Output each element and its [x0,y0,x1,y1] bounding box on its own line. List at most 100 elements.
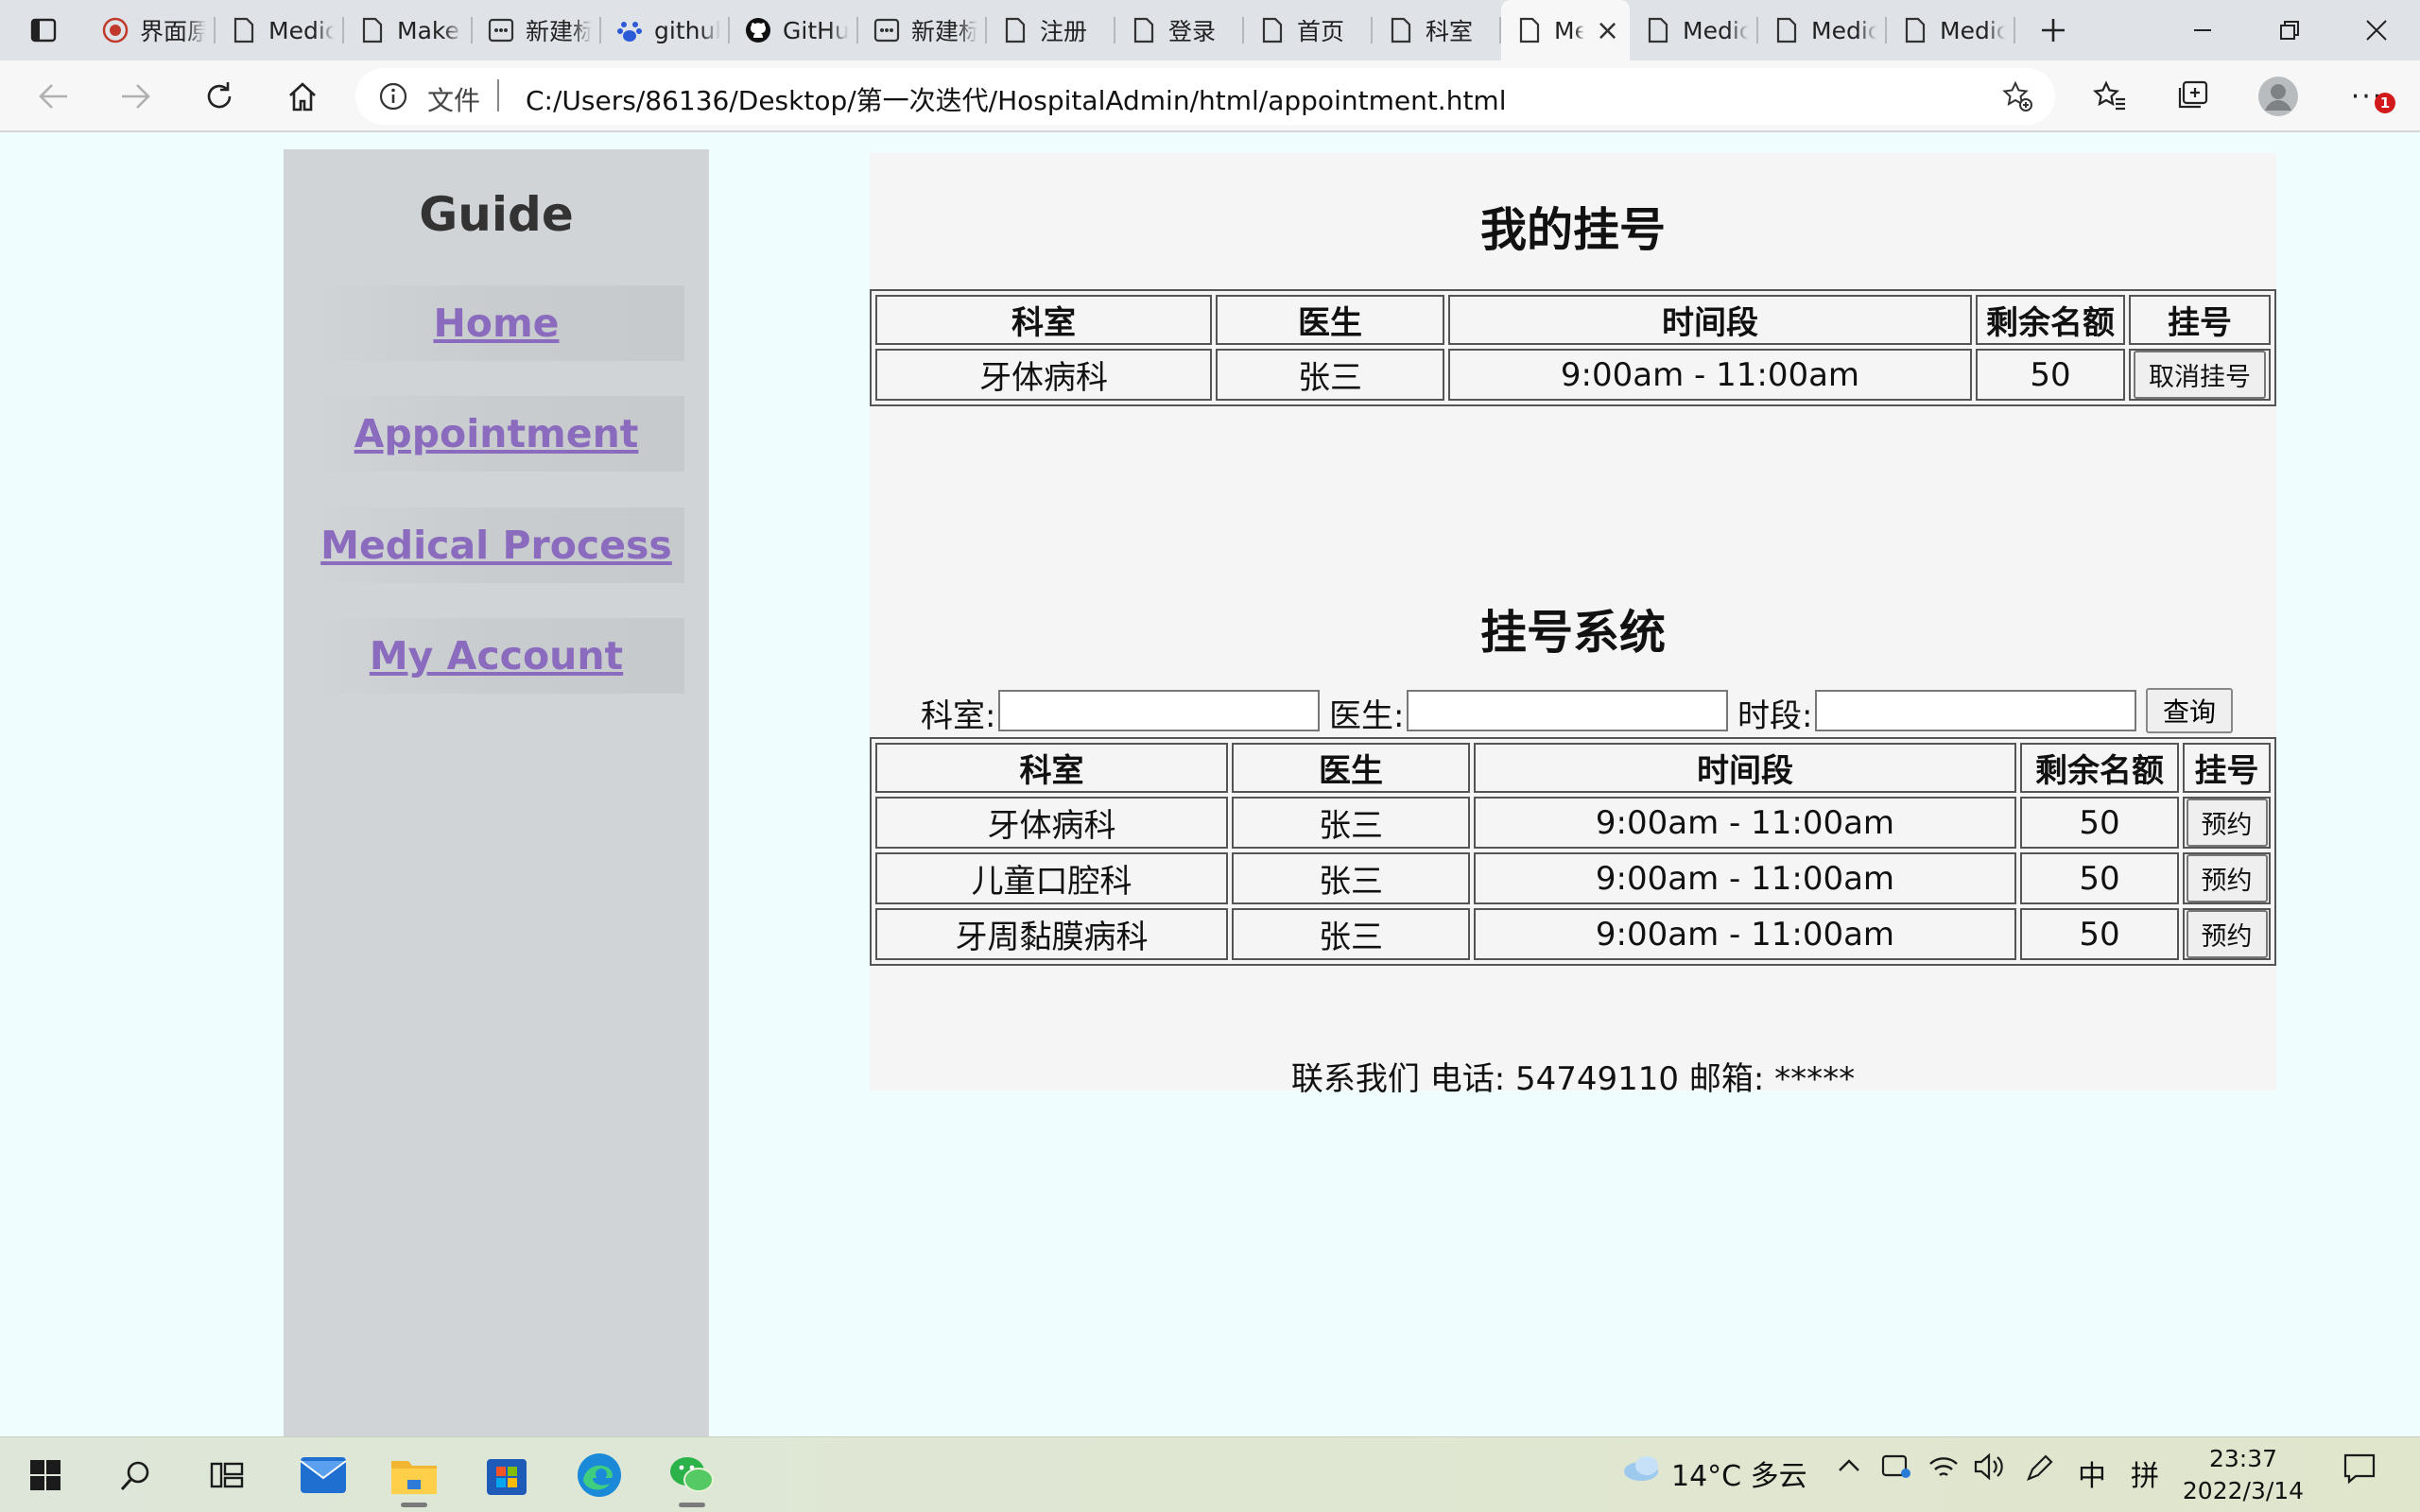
column-header: 挂号 [2129,295,2271,345]
table-row: 牙周黏膜病科 张三 9:00am - 11:00am 50 预约 [875,908,2271,960]
tab-label: Medical [1811,16,1877,44]
arrow-right-icon [122,84,150,109]
browser-tab[interactable]: 登录 [1115,0,1244,60]
url-text[interactable]: C:/Users/86136/Desktop/第一次迭代/HospitalAdm… [526,80,1506,118]
reload-icon [207,82,232,109]
remaining-cell: 50 [2020,797,2179,849]
book-button[interactable]: 预约 [2186,854,2268,902]
weather-text[interactable]: 14°C 多云 [1671,1452,1807,1494]
taskbar-clock[interactable]: 23:37 2022/3/14 [2172,1443,2314,1507]
settings-menu-button[interactable]: ··· 1 [2339,74,2395,119]
home-button[interactable] [274,74,331,119]
edge-browser-button[interactable] [562,1447,637,1503]
sidebar-title: Guide [419,187,574,242]
browser-tab[interactable]: Medical [1758,0,1887,60]
edge-icon [578,1453,621,1497]
tab-label: Medical [268,16,335,44]
forward-button[interactable] [108,74,164,119]
time-cell: 9:00am - 11:00am [1474,852,2016,904]
notification-center-icon[interactable] [2342,1452,2377,1492]
column-header: 挂号 [2183,743,2271,793]
address-bar[interactable]: 文件 C:/Users/86136/Desktop/第一次迭代/Hospital… [355,68,2055,125]
collections-button[interactable] [2165,74,2221,119]
tab-label: 首页 [1297,18,1345,45]
task-view-button[interactable] [189,1447,265,1503]
tab-label: github [654,16,720,44]
remaining-cell: 50 [1976,349,2125,401]
browser-tab[interactable]: 注册 [987,0,1115,60]
minimize-button[interactable] [2159,0,2246,60]
file-explorer-button[interactable] [376,1447,452,1507]
weather-icon[interactable] [1622,1452,1664,1492]
volume-icon[interactable] [1974,1452,2004,1488]
doctor-cell: 张三 [1232,852,1470,904]
tab-actions-icon [30,18,57,43]
close-window-button[interactable] [2333,0,2420,60]
remaining-cell: 50 [2020,852,2179,904]
meet-now-icon[interactable] [1881,1452,1913,1488]
wechat-app-button[interactable] [654,1447,730,1507]
doctor-input[interactable] [1407,690,1728,731]
tab-strip: 界面原型 Medical Make 新建标签页 github GitHub 新建… [0,0,2420,60]
close-icon [2366,20,2387,41]
mail-app-button[interactable] [285,1447,361,1503]
browser-tab[interactable]: Medical [1630,0,1758,60]
tab-actions-button[interactable] [0,0,87,60]
restore-button[interactable] [2246,0,2333,60]
grid-icon [873,15,900,45]
browser-tab[interactable]: github [601,0,730,60]
browser-tab[interactable]: 界面原型 [87,0,216,60]
page-icon [1002,15,1028,45]
profile-button[interactable] [2250,74,2307,119]
search-button[interactable] [98,1447,174,1503]
book-button[interactable]: 预约 [2186,799,2268,847]
add-favorite-icon[interactable] [2000,79,2034,117]
browser-tab-active[interactable]: Medical × [1501,0,1630,60]
new-tab-button[interactable] [2015,0,2091,60]
period-input[interactable] [1815,690,2136,731]
browser-tab[interactable]: 首页 [1244,0,1373,60]
browser-tab[interactable]: 新建标签页 [473,0,601,60]
browser-tab[interactable]: 新建标签页 [858,0,987,60]
grid-icon [488,15,514,45]
page-icon [1645,15,1671,45]
book-button[interactable]: 预约 [2186,910,2268,958]
main-content: 我的挂号 科室 医生 时间段 剩余名额 挂号 牙体病科 张三 9:00am - … [870,153,2276,1098]
cancel-registration-button[interactable]: 取消挂号 [2134,351,2266,399]
action-cell: 预约 [2183,908,2271,960]
start-button[interactable] [8,1447,83,1503]
close-tab-icon[interactable]: × [1596,14,1620,47]
wifi-icon[interactable] [1928,1452,1959,1488]
store-app-button[interactable] [469,1447,544,1503]
query-button[interactable]: 查询 [2146,688,2234,733]
registration-search-bar: 科室: 医生: 时段: 查询 [870,688,2276,735]
department-cell: 儿童口腔科 [875,852,1228,904]
browser-tab[interactable]: Make [344,0,473,60]
department-input[interactable] [998,690,1320,731]
ime-language-indicator[interactable]: 中 [2078,1452,2106,1494]
browser-tab[interactable]: Medical [1887,0,2015,60]
home-link[interactable]: Home [433,301,559,346]
browser-tab[interactable]: Medical [216,0,344,60]
info-icon[interactable] [378,81,408,115]
tab-label: Medical [1554,16,1584,44]
browser-tab[interactable]: 科室 [1373,0,1501,60]
appointment-link[interactable]: Appointment [354,411,639,456]
registration-system-title: 挂号系统 [1479,606,1666,660]
sidebar-item-home: Home [308,285,684,361]
store-icon [487,1459,527,1495]
favorites-button[interactable] [2082,74,2138,119]
chevron-up-icon[interactable] [1836,1452,1862,1486]
back-button[interactable] [25,74,81,119]
ime-mode-indicator[interactable]: 拼 [2131,1452,2159,1494]
column-header: 时间段 [1474,743,2016,793]
protocol-label: 文件 [427,85,481,116]
my-account-link[interactable]: My Account [370,633,623,679]
reload-button[interactable] [191,74,248,119]
tab-label: GitHub [783,16,849,44]
search-icon [120,1461,149,1491]
browser-tab[interactable]: GitHub [730,0,858,60]
medical-process-link[interactable]: Medical Process [320,523,672,568]
table-header-row: 科室 医生 时间段 剩余名额 挂号 [875,295,2271,345]
pen-icon[interactable] [2025,1452,2055,1490]
